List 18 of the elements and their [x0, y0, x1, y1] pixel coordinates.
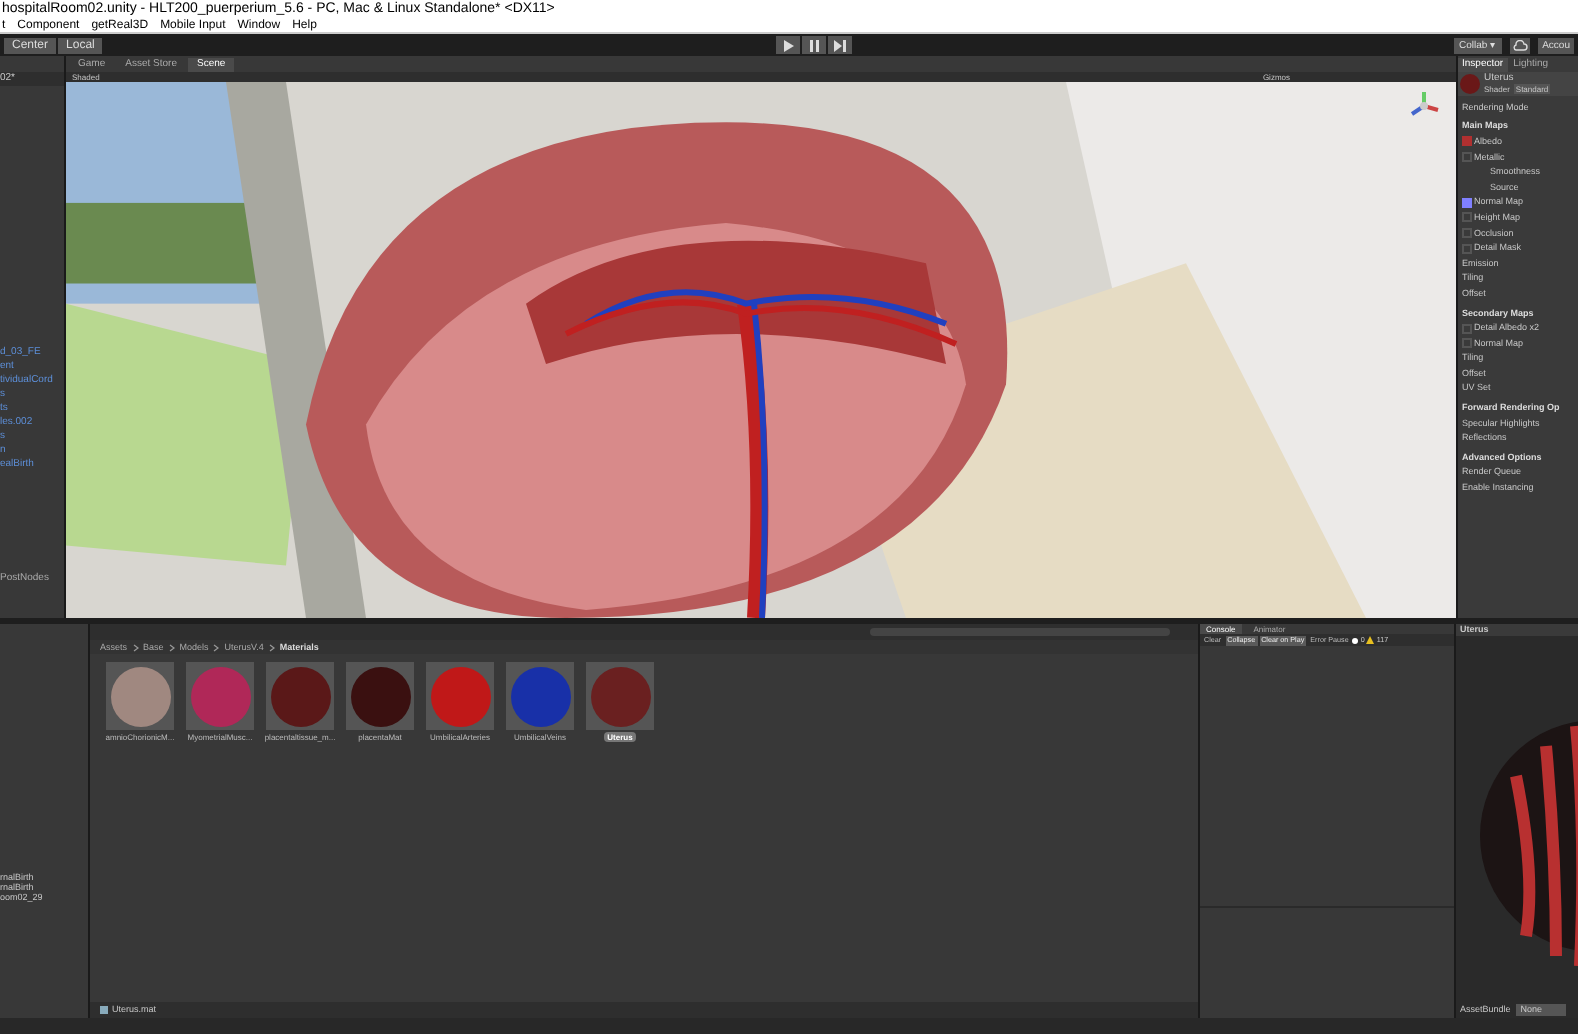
chevron-icon	[131, 643, 140, 651]
chevron-icon	[212, 643, 221, 651]
play-button[interactable]	[776, 36, 800, 54]
info-icon[interactable]	[1352, 637, 1359, 643]
texture-swatch[interactable]	[1462, 197, 1472, 208]
pause-button[interactable]	[802, 36, 826, 54]
chevron-icon	[167, 643, 176, 651]
chevron-icon	[267, 643, 276, 651]
file-icon	[100, 1006, 108, 1014]
material-icon	[1460, 74, 1480, 94]
warning-icon[interactable]	[1366, 636, 1375, 644]
cloud-icon[interactable]	[1510, 37, 1531, 53]
play-icon	[782, 39, 794, 51]
step-icon	[834, 39, 846, 51]
texture-slot[interactable]	[1462, 152, 1472, 163]
step-button[interactable]	[828, 36, 852, 54]
pause-icon	[808, 39, 820, 51]
texture-swatch[interactable]	[1462, 136, 1472, 147]
